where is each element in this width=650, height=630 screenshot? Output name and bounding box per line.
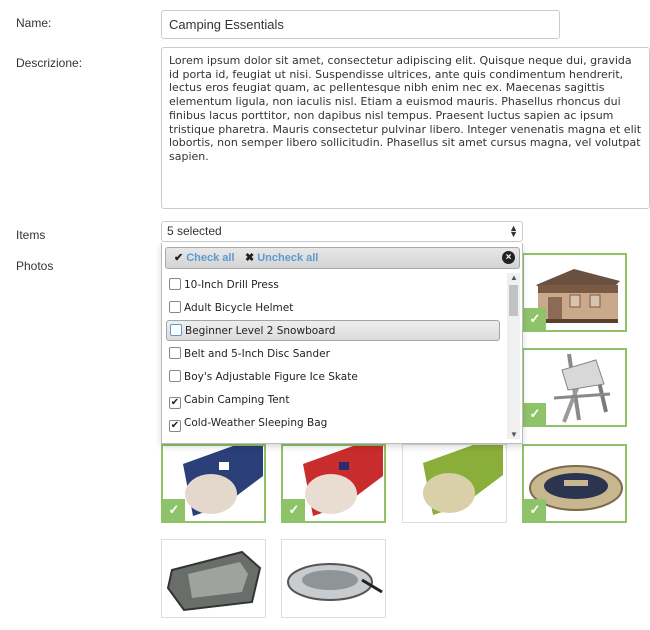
scroll-thumb[interactable] — [509, 285, 518, 316]
selected-check-icon: ✓ — [283, 499, 305, 521]
photo-tile-camp-chair[interactable]: ✓ — [522, 348, 627, 427]
check-all-label: Check all — [186, 252, 235, 264]
checkbox-checked[interactable]: ✔ — [169, 420, 181, 432]
options-list: 10-Inch Drill Press Adult Bicycle Helmet… — [164, 273, 507, 438]
photo-tile-green-sleeping-bag[interactable] — [402, 444, 507, 523]
photo-tile-cabin-tent[interactable]: ✓ — [522, 253, 627, 332]
option-label: Cold-Weather Sleeping Bag — [184, 417, 328, 429]
uncheck-all-label: Uncheck all — [257, 252, 319, 264]
checkbox[interactable] — [169, 370, 181, 382]
scroll-up-icon[interactable]: ▲ — [510, 273, 518, 282]
checkbox[interactable] — [170, 324, 182, 336]
option-item[interactable]: Beginner Level 2 Snowboard — [166, 320, 500, 341]
close-icon[interactable]: × — [502, 251, 515, 264]
option-label: Beginner Level 2 Snowboard — [185, 325, 336, 337]
check-all-button[interactable]: ✔ Check all — [174, 251, 235, 264]
select-arrows-icon: ▲ ▼ — [509, 223, 518, 239]
photo-tile-white-raft[interactable] — [281, 539, 386, 618]
checkmark-icon: ✔ — [174, 252, 184, 264]
selected-check-icon: ✓ — [524, 403, 546, 425]
option-item[interactable]: Adult Bicycle Helmet — [166, 298, 500, 319]
items-label: Items — [16, 228, 46, 242]
photos-label: Photos — [16, 259, 54, 273]
white-raft-image — [287, 563, 383, 601]
name-input[interactable]: Camping Essentials — [161, 10, 560, 39]
option-item[interactable]: Belt and 5-Inch Disc Sander — [166, 344, 500, 365]
dropdown-scrollbar[interactable]: ▲ ▼ — [507, 273, 520, 439]
items-dropdown[interactable]: ✔ Check all ✖ Uncheck all × 10-Inch Drill … — [161, 243, 523, 444]
selected-check-icon: ✓ — [524, 308, 546, 330]
dropdown-header: ✔ Check all ✖ Uncheck all × — [165, 247, 520, 269]
checkbox[interactable] — [169, 347, 181, 359]
photo-tile-blue-sleeping-bag[interactable]: ✓ — [161, 444, 266, 523]
option-label: Cabin Camping Tent — [184, 394, 290, 406]
items-select[interactable]: 5 selected ▲ ▼ — [161, 221, 523, 242]
items-selected-count: 5 selected — [167, 224, 222, 238]
photo-tile-red-sleeping-bag[interactable]: ✓ — [281, 444, 386, 523]
green-sleeping-bag-image — [423, 445, 503, 515]
option-item[interactable]: ✔ Cold-Weather Sleeping Bag — [166, 413, 500, 434]
checkbox[interactable] — [169, 301, 181, 313]
checkbox-checked[interactable]: ✔ — [169, 397, 181, 409]
gray-inflatable-boat-image — [166, 550, 262, 612]
option-label: Belt and 5-Inch Disc Sander — [184, 348, 330, 360]
description-label: Descrizione: — [16, 56, 83, 70]
option-label: 10-Inch Drill Press — [184, 279, 279, 291]
x-icon: ✖ — [245, 252, 255, 264]
selected-check-icon: ✓ — [163, 499, 185, 521]
option-item[interactable]: 10-Inch Drill Press — [166, 275, 500, 296]
option-item[interactable]: ✔ Cabin Camping Tent — [166, 390, 500, 411]
option-label: Adult Bicycle Helmet — [184, 302, 294, 314]
scroll-down-icon[interactable]: ▼ — [510, 430, 518, 439]
photo-tile-inflatable-raft[interactable]: ✓ — [522, 444, 627, 523]
description-textarea[interactable]: Lorem ipsum dolor sit amet, consectetur … — [161, 47, 650, 209]
name-label: Name: — [16, 16, 52, 30]
selected-check-icon: ✓ — [524, 499, 546, 521]
photo-tile-gray-inflatable-boat[interactable] — [161, 539, 266, 618]
uncheck-all-button[interactable]: ✖ Uncheck all — [245, 251, 318, 264]
checkbox[interactable] — [169, 278, 181, 290]
option-label: Boy's Adjustable Figure Ice Skate — [184, 371, 358, 383]
option-item[interactable]: Boy's Adjustable Figure Ice Skate — [166, 367, 500, 388]
